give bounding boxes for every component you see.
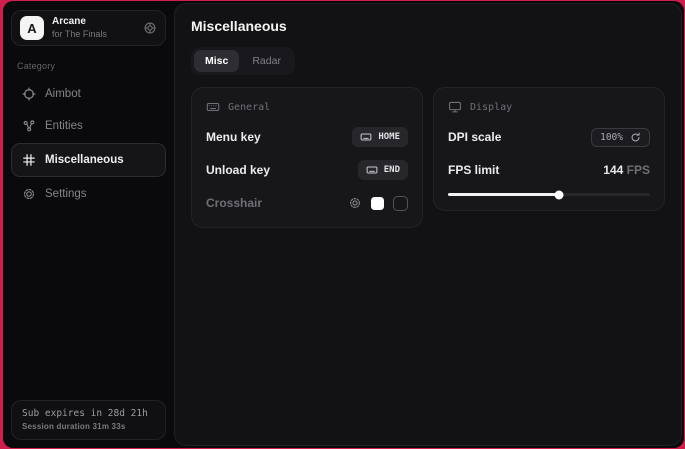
session-duration-text: Session duration 31m 33s: [22, 422, 155, 431]
sidebar-item-miscellaneous[interactable]: Miscellaneous: [11, 143, 166, 177]
menu-key-bind-button[interactable]: HOME: [352, 127, 408, 147]
app-meta: Arcane for The Finals: [52, 16, 107, 40]
crosshair-icon: [22, 87, 36, 101]
dpi-scale-selector[interactable]: 100%: [591, 128, 650, 147]
unload-key-bind-button[interactable]: END: [358, 160, 408, 180]
app-tagline: for The Finals: [52, 29, 107, 40]
cycle-refresh-icon: [630, 132, 641, 143]
keyboard-icon: [360, 131, 372, 143]
general-card: General Menu key HOME: [191, 87, 423, 228]
monitor-icon: [448, 100, 462, 114]
sidebar-item-label: Entities: [45, 120, 83, 132]
fps-slider-fill: [448, 193, 559, 196]
crosshair-controls: [348, 196, 408, 211]
avatar: A: [20, 16, 44, 40]
crosshair-label: Crosshair: [206, 196, 262, 210]
main-panel: Miscellaneous Misc Radar General: [174, 3, 682, 446]
account-card: A Arcane for The Finals: [11, 10, 166, 46]
menu-key-value: HOME: [378, 132, 400, 142]
cards-row: General Menu key HOME: [191, 87, 665, 228]
keyboard-icon: [366, 164, 378, 176]
fps-limit-row: FPS limit 144 FPS: [448, 160, 650, 180]
display-card-title: Display: [470, 102, 512, 113]
sidebar-item-label: Aimbot: [45, 88, 81, 100]
fps-unit: FPS: [627, 163, 650, 177]
unload-key-row: Unload key END: [206, 160, 408, 180]
menu-key-row: Menu key HOME: [206, 127, 408, 147]
entities-icon: [22, 119, 36, 133]
subscription-info: Sub expires in 28d 21h Session duration …: [11, 400, 166, 440]
crosshair-settings-gear-icon[interactable]: [348, 196, 362, 210]
dpi-scale-row: DPI scale 100%: [448, 127, 650, 147]
fps-slider-thumb[interactable]: [555, 190, 564, 199]
sub-expiry-text: Sub expires in 28d 21h: [22, 408, 155, 419]
sidebar-item-settings[interactable]: Settings: [11, 179, 166, 209]
unload-key-value: END: [384, 165, 400, 175]
tab-misc[interactable]: Misc: [194, 50, 239, 72]
sidebar-item-label: Settings: [45, 188, 87, 200]
unload-key-label: Unload key: [206, 163, 270, 177]
general-card-title: General: [228, 102, 270, 113]
crosshair-toggle-checkbox[interactable]: [393, 196, 408, 211]
general-card-header: General: [206, 100, 408, 114]
fps-limit-slider[interactable]: [448, 193, 650, 196]
display-card-header: Display: [448, 100, 650, 114]
app-window: A Arcane for The Finals Category: [3, 1, 684, 448]
grid-icon: [22, 153, 36, 167]
sidebar: A Arcane for The Finals Category: [3, 1, 174, 448]
sidebar-item-entities[interactable]: Entities: [11, 111, 166, 141]
fps-limit-label: FPS limit: [448, 163, 499, 177]
app-name: Arcane: [52, 16, 107, 29]
crosshair-color-swatch[interactable]: [371, 197, 384, 210]
sidebar-item-aimbot[interactable]: Aimbot: [11, 79, 166, 109]
gear-icon: [22, 187, 36, 201]
display-card: Display DPI scale 100%: [433, 87, 665, 211]
menu-key-label: Menu key: [206, 130, 261, 144]
dpi-scale-value: 100%: [600, 132, 623, 143]
keyboard-icon: [206, 100, 220, 114]
sidebar-item-label: Miscellaneous: [45, 154, 124, 166]
page-title: Miscellaneous: [191, 18, 665, 34]
refresh-icon[interactable]: [143, 21, 157, 35]
category-label: Category: [17, 61, 160, 71]
tabbar: Misc Radar: [191, 47, 295, 75]
dpi-scale-label: DPI scale: [448, 130, 501, 144]
crosshair-row: Crosshair: [206, 193, 408, 213]
tab-radar[interactable]: Radar: [241, 50, 292, 72]
fps-number: 144: [603, 163, 623, 177]
fps-limit-value: 144 FPS: [603, 163, 650, 177]
